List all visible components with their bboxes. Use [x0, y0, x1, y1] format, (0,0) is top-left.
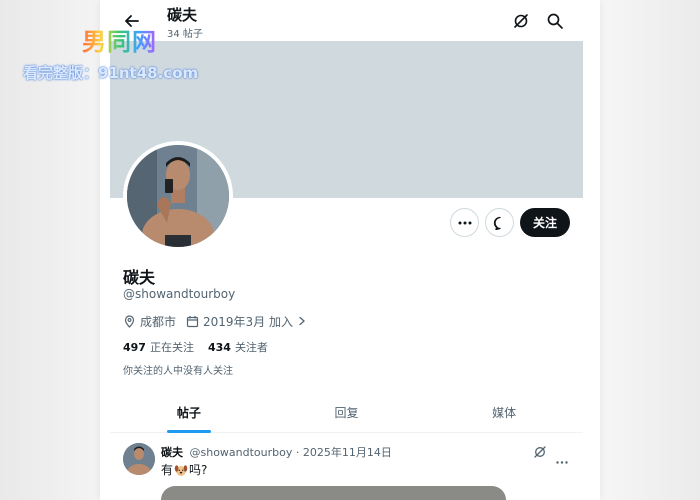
tab-label: 回复	[334, 406, 359, 420]
location-item: 成都市	[123, 313, 176, 330]
mutual-followers-note: 你关注的人中没有人关注	[123, 366, 233, 377]
profile-name: 碳夫	[123, 268, 156, 287]
post-author[interactable]: 碳夫	[161, 446, 183, 459]
tab-posts[interactable]: 帖子	[110, 392, 268, 433]
watermark-url: 看完整版：91nt48.com	[23, 64, 199, 82]
more-icon	[458, 221, 471, 224]
tab-label: 帖子	[176, 406, 201, 420]
grok-icon[interactable]	[512, 12, 530, 30]
followers-label: 关注者	[234, 341, 268, 354]
active-tab-indicator	[166, 430, 211, 433]
profile-meta: 成都市 2019年3月 加入	[123, 313, 321, 329]
post-handle-date: @showandtourboy · 2025年11月14日	[189, 446, 392, 459]
post-text: 有 吗?	[161, 461, 207, 478]
profile-handle: @showandtourboy	[123, 287, 236, 301]
message-button[interactable]	[485, 208, 514, 237]
post-media-image[interactable]	[161, 486, 506, 500]
following-stat[interactable]: 497 正在关注	[123, 339, 194, 355]
grok-icon[interactable]	[533, 444, 547, 463]
tab-media[interactable]: 媒体	[425, 392, 583, 432]
tab-replies[interactable]: 回复	[268, 392, 426, 432]
following-count: 497	[123, 341, 146, 354]
dog-emoji-icon	[174, 464, 188, 476]
follow-stats: 497 正在关注 434 关注者	[123, 339, 282, 355]
profile-avatar[interactable]	[123, 141, 233, 251]
joined-text: 2019年3月 加入	[203, 314, 294, 329]
post-item[interactable]: 碳夫 @showandtourboy · 2025年11月14日 有 吗?	[110, 434, 583, 500]
search-icon[interactable]	[546, 12, 564, 30]
more-options-button[interactable]	[450, 208, 479, 237]
post-avatar[interactable]	[123, 443, 155, 475]
follow-button[interactable]: 关注	[520, 208, 570, 237]
location-text: 成都市	[140, 314, 177, 329]
post-count: 34 帖子	[167, 29, 203, 40]
followers-count: 434	[207, 341, 231, 354]
following-label: 正在关注	[149, 341, 194, 354]
tab-label: 媒体	[492, 406, 517, 420]
message-icon	[493, 216, 501, 230]
top-bar: 碳夫 34 帖子	[100, 0, 600, 41]
chevron-right-icon	[299, 316, 306, 326]
location-pin-icon	[124, 314, 135, 328]
watermark-logo: 男同网	[82, 22, 157, 57]
post-text-before: 有	[161, 463, 174, 477]
followers-stat[interactable]: 434 关注者	[208, 339, 268, 355]
page-title: 碳夫	[167, 6, 198, 24]
right-backdrop	[600, 0, 700, 500]
profile-tabs: 帖子 回复 媒体	[110, 392, 583, 433]
post-text-after: 吗?	[189, 463, 208, 477]
calendar-icon	[186, 315, 199, 327]
post-header: 碳夫 @showandtourboy · 2025年11月14日	[161, 444, 392, 460]
joined-item[interactable]: 2019年3月 加入	[186, 313, 311, 330]
post-more-icon[interactable]	[556, 449, 568, 468]
